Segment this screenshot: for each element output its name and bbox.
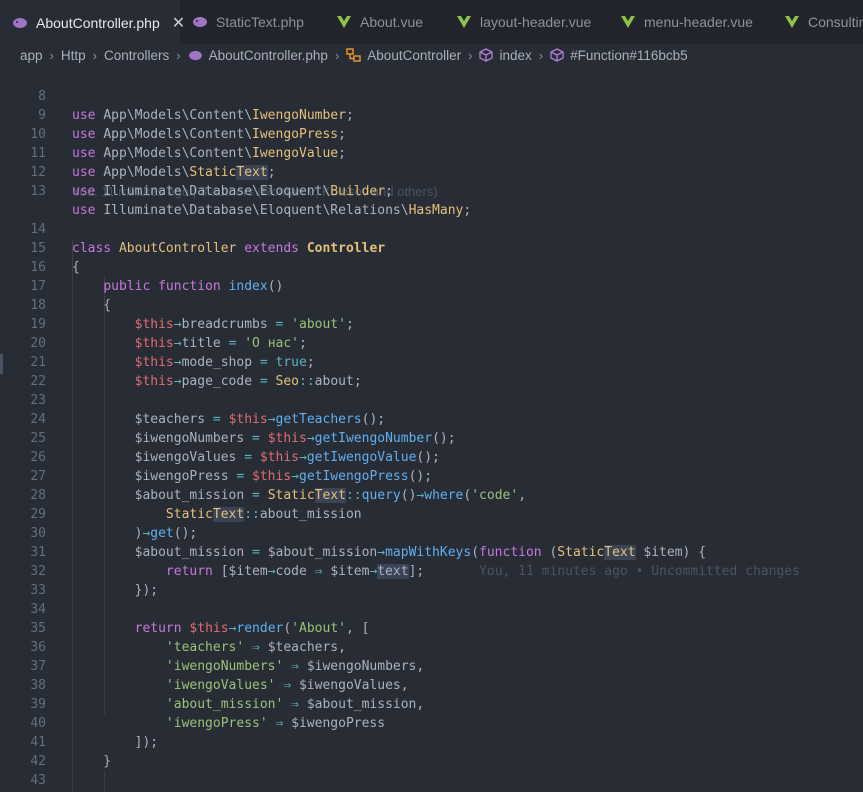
tab-label: About.vue: [360, 14, 424, 30]
breadcrumb-class-label: AboutController: [367, 47, 462, 63]
tab-statictext[interactable]: StaticText.php: [180, 0, 324, 44]
tab-label: layout-header.vue: [480, 14, 592, 30]
breadcrumb-item[interactable]: Http: [61, 48, 86, 63]
code-line: 12 use Illuminate\Database\Eloquent\Buil…: [0, 144, 863, 199]
code-line: 34 return $this→render('About', [: [0, 581, 863, 636]
code-line: 19 $this→title = 'О нас';: [0, 296, 863, 351]
code-line: 42: [0, 733, 863, 769]
php-elephant-icon: [12, 16, 28, 30]
tab-about-vue[interactable]: About.vue: [324, 0, 444, 44]
code-line: 31 return [$item→code ⇒ $item→text]; You…: [0, 524, 863, 579]
breadcrumb-function[interactable]: #Function#116bcb5: [550, 48, 688, 63]
code-line: 39 'iwengoPress' ⇒ $iwengoPress: [0, 676, 863, 731]
code-editor[interactable]: 8 use App\Models\Content\IwengoNumber; 9…: [0, 68, 863, 792]
breadcrumb-item[interactable]: app: [20, 48, 43, 63]
code-line: 23 $teachers = $this→getTeachers();: [0, 372, 863, 427]
vue-icon: [456, 15, 472, 29]
chevron-right-icon: ›: [468, 47, 473, 63]
php-elephant-icon: [192, 15, 208, 29]
tab-consulting[interactable]: Consulting: [772, 0, 863, 44]
code-line: 29 )→get();: [0, 486, 863, 541]
tab-label: StaticText.php: [216, 14, 304, 30]
tab-menu-header[interactable]: menu-header.vue: [608, 0, 772, 44]
code-line: 15 {: [0, 220, 863, 275]
code-token: Illuminate\Database\Eloquent\: [103, 184, 331, 199]
code-line: 10 use App\Models\Content\IwengoValue;: [0, 106, 863, 161]
breadcrumb-method-label: index: [499, 47, 532, 63]
code-line: 43 public function getTeachers(): [0, 752, 863, 788]
code-line: 40 ]);: [0, 695, 863, 750]
vue-icon: [620, 15, 636, 29]
code-line: 16 public function index(): [0, 239, 863, 294]
line-number: 13: [30, 184, 46, 199]
code-line: 25 $iwengoValues = $this→getIwengoValue(…: [0, 410, 863, 465]
code-line: 41 }: [0, 714, 863, 769]
code-line: 21 $this→page_code = Seo::about;: [0, 334, 863, 389]
code-line: 8 use App\Models\Content\IwengoNumber;: [0, 68, 863, 123]
code-line: 17 {: [0, 258, 863, 313]
chevron-right-icon: ›: [334, 47, 340, 63]
chevron-right-icon: ›: [92, 47, 97, 63]
code-line: 9 use App\Models\Content\IwengoPress;: [0, 87, 863, 142]
breadcrumb: app › Http › Controllers › AboutControll…: [0, 44, 863, 66]
code-line: 14 class AboutController extends Control…: [0, 201, 863, 256]
php-elephant-icon: [188, 50, 203, 61]
chevron-right-icon: ›: [176, 47, 181, 63]
code-line: 32 });: [0, 543, 863, 598]
code-line: 38 'about_mission' ⇒ $about_mission,: [0, 657, 863, 712]
breadcrumb-class[interactable]: AboutController: [346, 48, 461, 63]
editor-tab-bar: AboutController.php ✕ StaticText.php Abo…: [0, 0, 863, 44]
tab-label: menu-header.vue: [644, 14, 753, 30]
code-token: use: [72, 184, 96, 199]
code-line: 24 $iwengoNumbers = $this→getIwengoNumbe…: [0, 391, 863, 446]
breadcrumb-function-label: #Function#116bcb5: [570, 47, 688, 63]
method-cube-icon: [479, 48, 494, 62]
tab-label: AboutController.php: [36, 14, 160, 31]
vue-icon: [784, 15, 800, 29]
code-line: 22: [0, 353, 863, 389]
code-line: 33: [0, 562, 863, 598]
code-line: 36 'iwengoNumbers' ⇒ $iwengoNumbers,: [0, 619, 863, 674]
code-line: 35 'teachers' ⇒ $teachers,: [0, 600, 863, 655]
chevron-right-icon: ›: [49, 47, 54, 63]
code-line: 13 use Illuminate\Database\Eloquent\Rela…: [0, 163, 863, 218]
code-line: 11 use App\Models\StaticText;: [0, 125, 863, 180]
code-line: 26 $iwengoPress = $this→getIwengoPress()…: [0, 429, 863, 484]
tab-label: Consulting: [808, 14, 863, 30]
code-line: 37 'iwengoValues' ⇒ $iwengoValues,: [0, 638, 863, 693]
code-line: 18 $this→breadcrumbs = 'about';: [0, 277, 863, 332]
code-token: Builder: [330, 184, 386, 199]
breadcrumb-file[interactable]: AboutController.php: [188, 48, 328, 63]
code-line: 20 $this→mode_shop = true;: [0, 315, 863, 370]
breadcrumb-item[interactable]: Controllers: [104, 48, 169, 63]
class-symbol-icon: [346, 48, 361, 62]
method-cube-icon: [550, 48, 564, 62]
code-line: 30 $about_mission = $about_mission→mapWi…: [0, 505, 863, 560]
tab-layout-header[interactable]: layout-header.vue: [444, 0, 608, 44]
vue-icon: [336, 15, 352, 29]
code-line: 27 $about_mission = StaticText::query()→…: [0, 448, 863, 503]
breadcrumb-file-label: AboutController.php: [208, 47, 328, 63]
breadcrumb-method[interactable]: index: [479, 47, 532, 63]
code-line: 28 StaticText::about_mission: [0, 467, 863, 522]
code-line: 44 {: [0, 771, 863, 790]
tab-aboutcontroller[interactable]: AboutController.php ✕: [0, 0, 185, 44]
chevron-right-icon: ›: [538, 47, 544, 63]
